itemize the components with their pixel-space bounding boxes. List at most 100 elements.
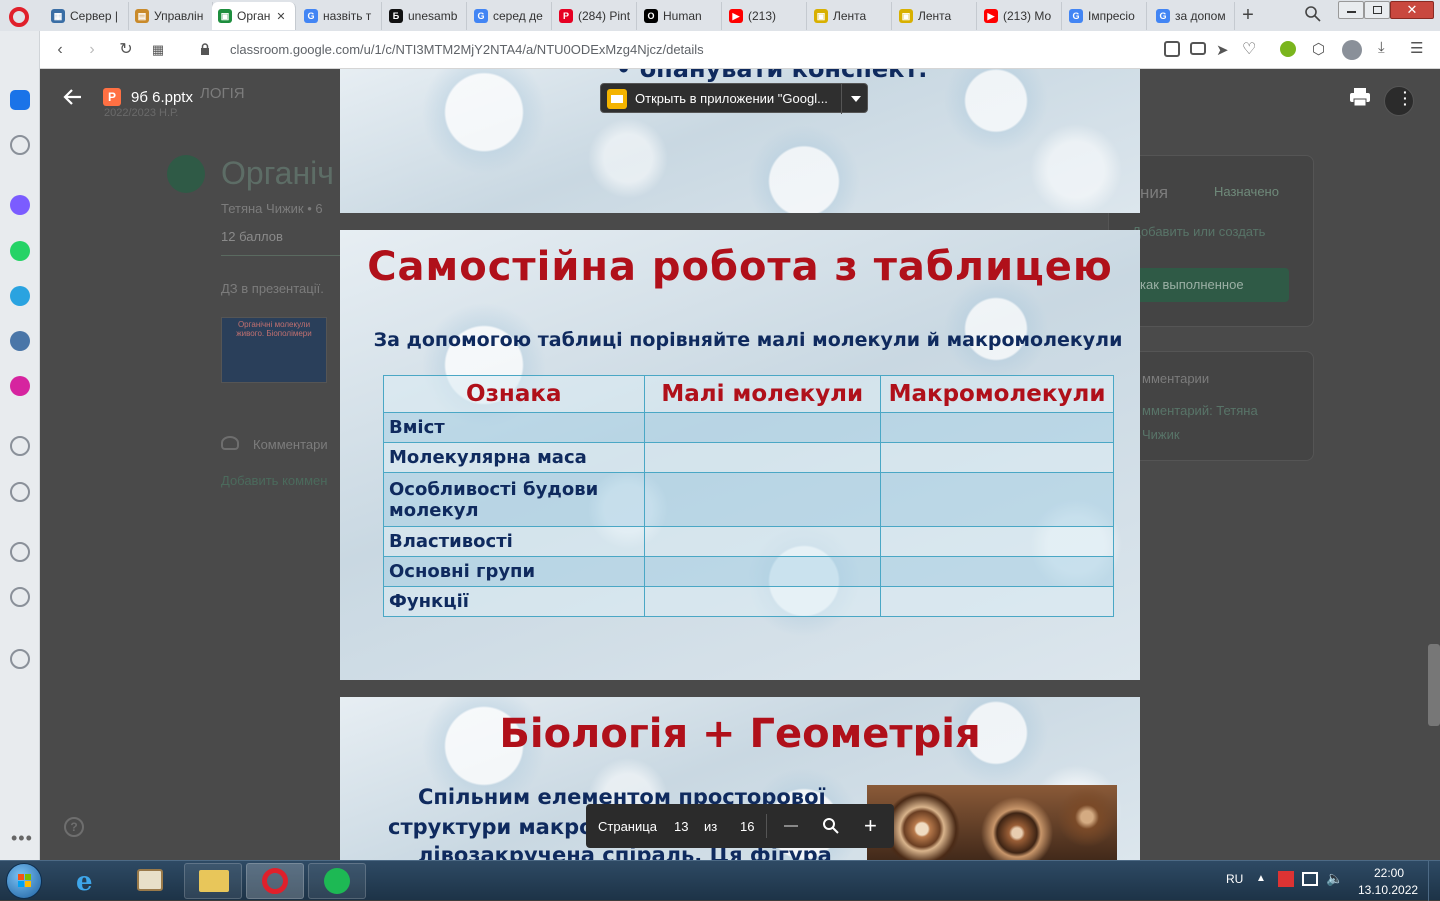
- reload-icon[interactable]: ↻: [116, 40, 136, 60]
- browser-tab[interactable]: G Імпресіо: [1063, 2, 1147, 30]
- send-icon[interactable]: [10, 482, 30, 502]
- scrollbar-thumb[interactable]: [1428, 644, 1440, 726]
- clock-date[interactable]: 13.10.2022: [1358, 883, 1418, 897]
- add-or-create-button[interactable]: Добавить или создать: [1132, 224, 1265, 239]
- table-cell: Особливості будови молекул: [383, 472, 645, 527]
- telegram-icon[interactable]: [10, 286, 30, 306]
- mark-done-button[interactable]: как выполненное: [1132, 268, 1289, 302]
- tab-favicon-icon: P: [559, 9, 573, 23]
- forward-icon[interactable]: ›: [82, 40, 102, 60]
- add-class-comment[interactable]: Добавить коммен: [221, 473, 327, 488]
- search-tabs-icon[interactable]: [1304, 5, 1322, 23]
- opera-taskbar-button[interactable]: [246, 863, 304, 899]
- browser-tab[interactable]: O Human: [638, 2, 722, 30]
- table-cell: [643, 526, 882, 557]
- lock-icon: [200, 43, 210, 56]
- start-button[interactable]: [6, 863, 42, 899]
- history-icon[interactable]: [10, 587, 30, 607]
- heart-icon[interactable]: ♡: [1242, 39, 1256, 59]
- camera-icon[interactable]: [1190, 42, 1206, 55]
- url-field[interactable]: classroom.google.com/u/1/c/NTI3MTM2MjY2N…: [230, 42, 704, 57]
- send-icon[interactable]: ➤: [1216, 41, 1229, 59]
- tab-label: Імпресіо: [1088, 9, 1135, 23]
- browser-tab[interactable]: Бunesamb: [383, 2, 467, 30]
- account-avatar[interactable]: [1384, 86, 1414, 116]
- close-viewer-icon[interactable]: [62, 86, 84, 108]
- table-cell: Основні групи: [383, 556, 645, 587]
- star-icon[interactable]: [10, 135, 30, 155]
- tab-label: серед де: [493, 9, 543, 23]
- slide-title: Самостійна робота з таблицею: [367, 244, 1113, 290]
- browser-tab[interactable]: Gназвіть т: [298, 2, 382, 30]
- maximize-button[interactable]: [1364, 1, 1390, 19]
- instagram-icon[interactable]: [10, 376, 30, 396]
- open-with-button[interactable]: Открыть в приложении "Googl...: [600, 83, 868, 114]
- browser-tab[interactable]: ▶ (213) Мо: [978, 2, 1062, 30]
- current-page[interactable]: 13: [674, 819, 688, 834]
- print-icon[interactable]: [1349, 87, 1371, 107]
- comments-icon: [221, 436, 239, 450]
- opera-logo-icon[interactable]: [9, 7, 29, 27]
- browser-tab[interactable]: ▣ Лента: [808, 2, 892, 30]
- more-icon[interactable]: •••: [11, 828, 33, 849]
- zoom-out-icon[interactable]: [784, 825, 798, 827]
- home-icon[interactable]: [10, 90, 30, 110]
- messenger-icon[interactable]: [10, 195, 30, 215]
- bulb-icon[interactable]: [10, 649, 30, 669]
- player-icon[interactable]: [10, 436, 30, 456]
- network-icon[interactable]: [1302, 872, 1318, 886]
- easy-setup-icon[interactable]: ☰: [1410, 39, 1423, 57]
- explorer-taskbar-button[interactable]: [184, 863, 242, 899]
- more-options-icon[interactable]: · · ·: [1403, 85, 1408, 111]
- downloads-icon[interactable]: ⤓: [1378, 39, 1385, 56]
- help-icon[interactable]: ?: [64, 817, 84, 837]
- attachment-thumbnail[interactable]: Органічні молекули живого. Біополімери: [221, 317, 327, 383]
- close-window-button[interactable]: ✕: [1390, 1, 1434, 19]
- browser-tab[interactable]: ▣ Лента: [893, 2, 977, 30]
- assignment-points: 12 баллов: [221, 229, 283, 244]
- zoom-in-icon[interactable]: +: [864, 815, 877, 837]
- extensions-icon[interactable]: ⬡: [1312, 40, 1325, 58]
- work-card-title: ния: [1140, 183, 1169, 202]
- show-hidden-icons[interactable]: ▲: [1256, 873, 1266, 884]
- page-label: Страница: [598, 819, 657, 834]
- tab-label: Управлін: [154, 9, 204, 23]
- tab-favicon-icon: G: [1069, 9, 1083, 23]
- vk-icon[interactable]: [10, 331, 30, 351]
- profile-icon[interactable]: [1342, 40, 1362, 60]
- browser-tab[interactable]: Gза допом: [1150, 2, 1235, 30]
- tab-label: Орган: [237, 9, 271, 23]
- volume-icon[interactable]: 🔈: [1326, 870, 1343, 887]
- heart-icon[interactable]: [10, 542, 30, 562]
- table-cell: [643, 556, 882, 587]
- assignment-icon: [167, 155, 205, 193]
- vpn-icon[interactable]: [1280, 41, 1296, 57]
- new-tab-button[interactable]: +: [1238, 4, 1258, 26]
- clock-time[interactable]: 22:00: [1374, 866, 1404, 880]
- media-taskbar-button[interactable]: [122, 863, 180, 899]
- table-header-cell: Ознака: [383, 375, 645, 413]
- show-desktop-button[interactable]: [1428, 861, 1440, 901]
- spotify-taskbar-button[interactable]: [308, 863, 366, 899]
- action-center-icon[interactable]: [1278, 871, 1294, 887]
- browser-tab[interactable]: ▣ Орган ✕: [212, 2, 296, 30]
- tab-favicon-icon: G: [304, 9, 318, 23]
- minimize-button[interactable]: [1338, 1, 1364, 19]
- browser-tab[interactable]: Gсеред де: [468, 2, 552, 30]
- share-icon[interactable]: [1164, 41, 1180, 57]
- browser-tab[interactable]: ▶ (213): [723, 2, 807, 30]
- browser-tab[interactable]: ▤ Управлін: [129, 2, 213, 30]
- back-icon[interactable]: ‹: [50, 40, 70, 60]
- open-with-dropdown-icon[interactable]: [851, 96, 861, 102]
- language-indicator[interactable]: RU: [1226, 872, 1243, 886]
- add-private-comment[interactable]: мментарий: Тетяна: [1142, 403, 1258, 418]
- add-private-comment-name[interactable]: Чижик: [1142, 427, 1180, 442]
- close-tab-icon[interactable]: ✕: [276, 10, 285, 23]
- tab-label: Сервер |: [70, 9, 119, 23]
- whatsapp-icon[interactable]: [10, 241, 30, 261]
- browser-tab[interactable]: P (284) Pint: [553, 2, 637, 30]
- assignment-description: ДЗ в презентації.: [221, 281, 324, 296]
- browser-tab[interactable]: ▦ Сервер |: [45, 2, 129, 30]
- ie-taskbar-button[interactable]: e: [60, 863, 118, 899]
- tiles-icon[interactable]: ▦: [148, 40, 168, 60]
